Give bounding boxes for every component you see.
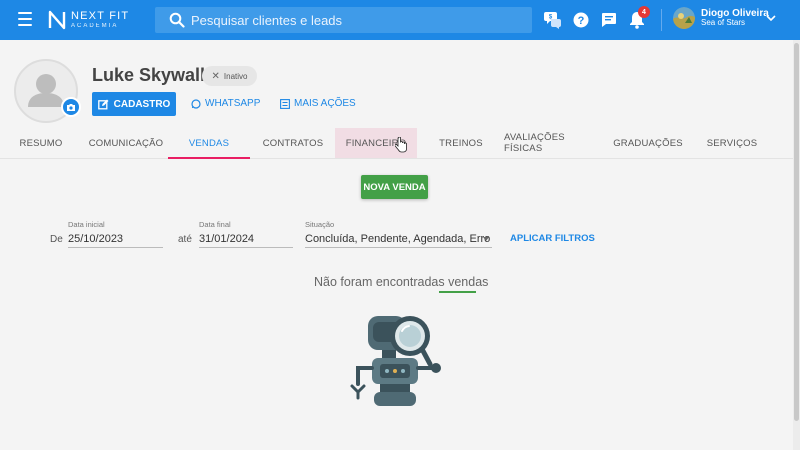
status-filter-select[interactable]: Concluída, Pendente, Agendada, Erro — [305, 230, 492, 248]
cadastro-button[interactable]: CADASTRO — [92, 92, 176, 116]
start-date-value: 25/10/2023 — [68, 232, 124, 245]
tab-treinos[interactable]: TREINOS — [430, 128, 492, 158]
search-bar[interactable] — [155, 7, 532, 33]
tab-resumo[interactable]: RESUMO — [10, 128, 72, 158]
next-fit-logo-icon — [48, 10, 66, 30]
whatsapp-button[interactable]: WHATSAPP — [191, 98, 260, 109]
from-label: De — [50, 234, 63, 245]
tab-avaliacoes-fisicas[interactable]: AVALIAÇÕES FÍSICAS — [504, 128, 604, 158]
top-app-bar: NEXT FIT ACADEMIA $ ? — [0, 0, 800, 40]
close-icon: ✕ — [211, 70, 220, 82]
scrollbar-thumb[interactable] — [794, 43, 799, 421]
camera-icon[interactable] — [61, 97, 81, 117]
tab-contratos[interactable]: CONTRATOS — [258, 128, 328, 158]
edit-icon — [97, 99, 109, 109]
tab-graduacoes[interactable]: GRADUAÇÕES — [612, 128, 684, 158]
until-label: até — [178, 234, 192, 245]
user-menu[interactable]: Diogo Oliveira Sea of Stars — [673, 7, 776, 29]
svg-text:?: ? — [578, 15, 585, 27]
status-filter-label: Situação — [305, 220, 335, 229]
messages-icon[interactable] — [598, 9, 620, 31]
notification-badge: 4 — [638, 6, 650, 18]
end-date-field[interactable]: 31/01/2024 — [199, 230, 293, 248]
cadastro-label: CADASTRO — [113, 98, 171, 110]
new-sale-button[interactable]: NOVA VENDA — [361, 175, 428, 199]
more-actions-label: MAIS AÇÕES — [294, 98, 356, 109]
tab-comunicacao[interactable]: COMUNICAÇÃO — [86, 128, 166, 158]
chat-dollar-icon[interactable]: $ — [542, 9, 564, 31]
user-unit: Sea of Stars — [701, 18, 746, 28]
chevron-down-icon — [766, 15, 776, 22]
tab-servicos[interactable]: SERVIÇOS — [700, 128, 764, 158]
whatsapp-label: WHATSAPP — [205, 98, 261, 109]
empty-state-highlight: vendas — [448, 275, 489, 289]
empty-state-underline — [439, 291, 476, 293]
empty-state-message: Não foram encontradas vendas — [314, 275, 488, 289]
dropdown-arrow-icon — [483, 237, 489, 241]
help-icon[interactable]: ? — [570, 9, 592, 31]
tab-vendas[interactable]: VENDAS — [168, 128, 250, 159]
brand-sub: ACADEMIA — [71, 23, 119, 29]
list-icon — [280, 98, 290, 109]
robot-magnifier-illustration — [350, 316, 441, 406]
brand-logo[interactable]: NEXT FIT ACADEMIA — [48, 9, 129, 31]
menu-icon[interactable] — [18, 12, 32, 26]
apply-filters-button[interactable]: APLICAR FILTROS — [510, 233, 595, 244]
status-label: Inativo — [223, 71, 248, 81]
notifications-icon[interactable]: 4 — [626, 6, 650, 31]
status-filter-value: Concluída, Pendente, Agendada, Erro — [305, 232, 491, 245]
more-actions-button[interactable]: MAIS AÇÕES — [280, 98, 356, 109]
header-divider — [661, 9, 662, 31]
user-avatar — [673, 7, 695, 29]
search-input[interactable] — [191, 12, 511, 28]
whatsapp-icon — [191, 98, 201, 109]
start-date-label: Data inicial — [68, 220, 105, 229]
search-icon — [169, 12, 185, 28]
start-date-field[interactable]: 25/10/2023 — [68, 230, 163, 248]
end-date-value: 31/01/2024 — [199, 232, 255, 245]
pointer-cursor-icon — [395, 137, 407, 153]
brand-name: NEXT FIT — [71, 10, 130, 22]
end-date-label: Data final — [199, 220, 231, 229]
empty-state-text: Não foram encontradas — [314, 275, 449, 289]
status-chip: ✕ Inativo — [202, 66, 257, 86]
